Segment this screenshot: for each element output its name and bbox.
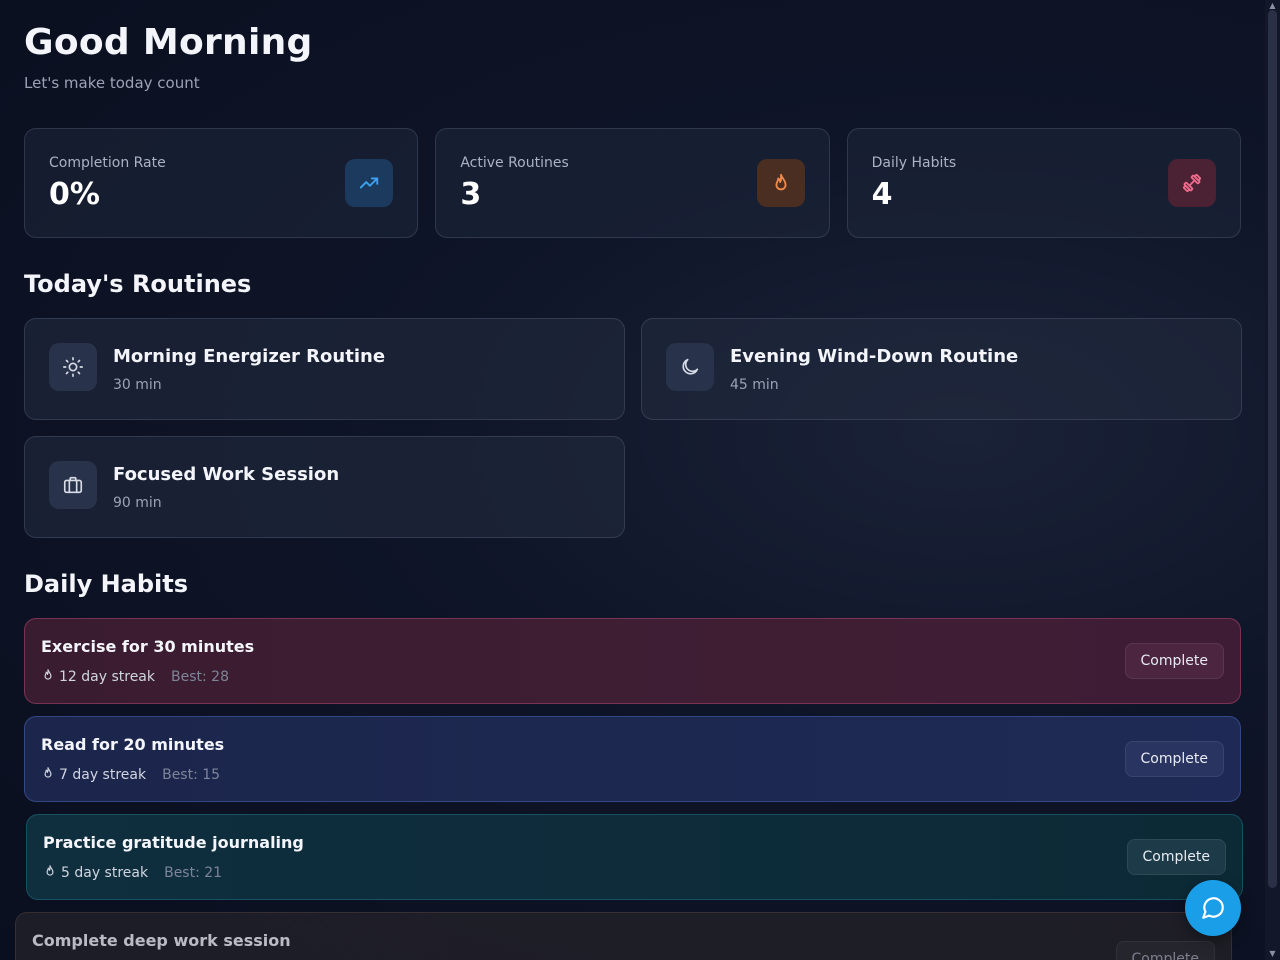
flame-icon — [41, 668, 55, 686]
stat-value: 4 — [871, 177, 893, 212]
routine-card-morning[interactable]: Morning Energizer Routine 30 min — [24, 318, 625, 420]
complete-button[interactable]: Complete — [1124, 643, 1224, 679]
routine-duration: 30 min — [113, 377, 162, 393]
routine-duration: 90 min — [113, 495, 162, 511]
routine-duration: 45 min — [730, 377, 779, 393]
habit-name: Complete deep work session — [32, 931, 291, 950]
habit-name: Practice gratitude journaling — [43, 833, 304, 852]
habit-card-gratitude: Practice gratitude journaling 5 day stre… — [26, 814, 1243, 900]
routines-section-title: Today's Routines — [24, 270, 252, 298]
complete-button[interactable]: Complete — [1124, 741, 1224, 777]
routine-card-work[interactable]: Focused Work Session 90 min — [24, 436, 625, 538]
trending-up-icon — [345, 159, 394, 207]
flame-icon — [43, 864, 57, 882]
flame-icon — [756, 159, 805, 207]
stat-value: 3 — [460, 177, 482, 212]
habit-best: Best: 21 — [164, 865, 223, 881]
greeting-title: Good Morning — [24, 22, 313, 63]
habit-best: Best: 28 — [171, 669, 229, 685]
scroll-down-icon[interactable]: ▼ — [1268, 950, 1277, 958]
chat-bubble-icon — [1202, 897, 1224, 919]
greeting-subtitle: Let's make today count — [24, 74, 200, 92]
routine-name: Focused Work Session — [113, 464, 340, 485]
stat-card-active-routines: Active Routines 3 — [435, 128, 830, 238]
vertical-scrollbar[interactable]: ▲ ▼ — [1265, 0, 1280, 960]
stat-card-completion-rate: Completion Rate 0% — [24, 128, 419, 238]
habit-meta: 12 day streak Best: 28 — [41, 668, 229, 686]
stat-label: Completion Rate — [49, 155, 166, 171]
scroll-thumb[interactable] — [1268, 10, 1277, 888]
routine-card-evening[interactable]: Evening Wind-Down Routine 45 min — [641, 318, 1242, 420]
briefcase-icon — [49, 461, 97, 509]
routine-name: Evening Wind-Down Routine — [730, 346, 1019, 367]
habit-meta: 7 day streak Best: 15 — [41, 766, 220, 784]
complete-button[interactable]: Complete — [1126, 839, 1226, 875]
stat-label: Active Routines — [460, 155, 569, 171]
habit-card-read: Read for 20 minutes 7 day streak Best: 1… — [24, 716, 1241, 802]
flame-icon — [41, 766, 55, 784]
scroll-up-icon[interactable]: ▲ — [1268, 2, 1277, 10]
habit-streak: 12 day streak — [59, 669, 155, 685]
habit-best: Best: 15 — [162, 767, 221, 783]
habit-meta: 5 day streak Best: 21 — [43, 864, 222, 882]
habit-streak: 5 day streak — [61, 865, 149, 881]
stat-label: Daily Habits — [871, 155, 957, 171]
chat-button[interactable] — [1185, 880, 1241, 936]
habit-card-deep-work: Complete deep work session Complete — [15, 912, 1232, 960]
habit-name: Exercise for 30 minutes — [41, 637, 255, 656]
complete-button[interactable]: Complete — [1115, 941, 1215, 960]
habits-section-title: Daily Habits — [24, 570, 189, 598]
habit-streak: 7 day streak — [59, 767, 147, 783]
stat-value: 0% — [49, 177, 100, 212]
habit-card-exercise: Exercise for 30 minutes 12 day streak Be… — [24, 618, 1241, 704]
stat-card-daily-habits: Daily Habits 4 — [846, 128, 1241, 238]
dumbbell-icon — [1167, 159, 1216, 207]
sun-icon — [49, 343, 97, 391]
routine-name: Morning Energizer Routine — [113, 346, 386, 367]
moon-icon — [666, 343, 714, 391]
habit-name: Read for 20 minutes — [41, 735, 225, 754]
stats-row: Completion Rate 0% Active Routines 3 Dai… — [24, 128, 1241, 238]
